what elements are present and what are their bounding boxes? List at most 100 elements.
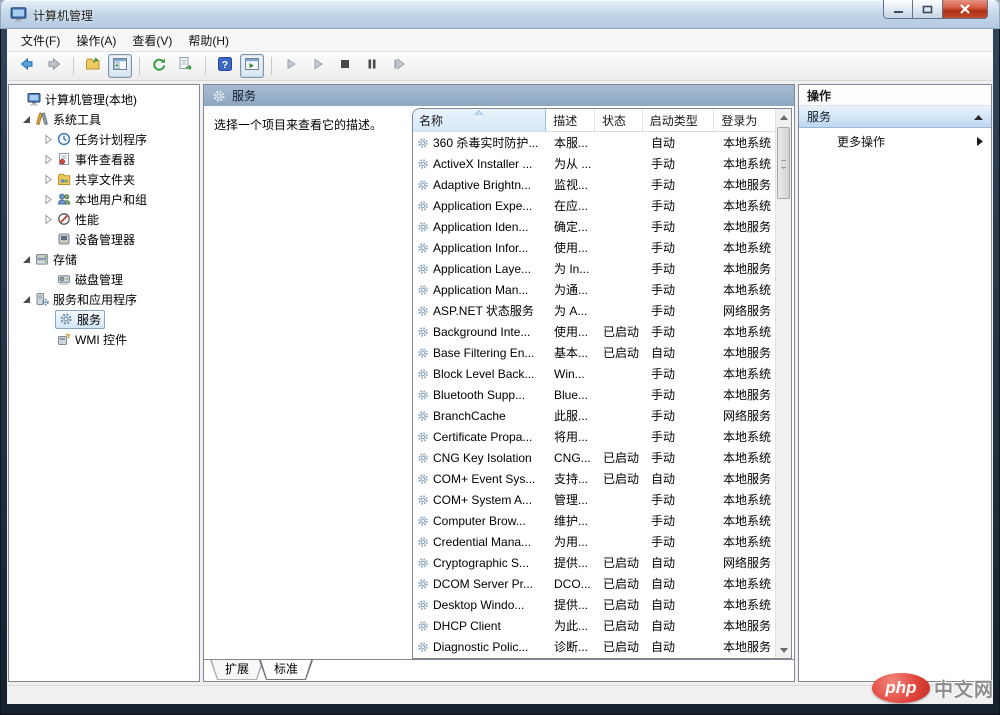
service-row[interactable]: Application Expe... 在应... 手动 本地系统 [413, 195, 775, 216]
event-viewer-icon [55, 152, 72, 166]
back-button[interactable] [15, 54, 39, 78]
service-cell: 手动 [651, 220, 676, 234]
service-row[interactable]: Computer Brow... 维护... 手动 本地系统 [413, 510, 775, 531]
tree-item-wmi[interactable]: WMI 控件 [9, 329, 199, 349]
tree-item-storage[interactable]: 存储 [9, 249, 199, 269]
expander-collapsed-icon[interactable] [41, 153, 55, 165]
tree-item-local-users[interactable]: 本地用户和组 [9, 189, 199, 209]
service-row[interactable]: Block Level Back... Win... 手动 本地系统 [413, 363, 775, 384]
more-actions-item[interactable]: 更多操作 [799, 128, 991, 154]
service-row[interactable]: Application Infor... 使用... 手动 本地系统 [413, 237, 775, 258]
tree-item-services[interactable]: 服务 [9, 309, 199, 329]
service-row[interactable]: ASP.NET 状态服务 为 A... 手动 网络服务 [413, 300, 775, 321]
tree-item-computer[interactable]: 计算机管理(本地) [9, 89, 199, 109]
tab-extended[interactable]: 扩展 [210, 660, 264, 680]
help-button[interactable]: ? [213, 54, 237, 78]
service-row[interactable]: Cryptographic S... 提供... 已启动 自动 网络服务 [413, 552, 775, 573]
tree-item-device-manager[interactable]: 设备管理器 [9, 229, 199, 249]
service-row[interactable]: Bluetooth Supp... Blue... 手动 本地服务 [413, 384, 775, 405]
service-name-cell: BranchCache [413, 409, 547, 423]
column-header-status[interactable]: 状态 [595, 109, 643, 131]
service-row[interactable]: 360 杀毒实时防护... 本服... 自动 本地系统 [413, 132, 775, 153]
tree-item-disk-management[interactable]: 磁盘管理 [9, 269, 199, 289]
service-row[interactable]: CNG Key Isolation CNG... 已启动 手动 本地系统 [413, 447, 775, 468]
service-cell: 手动 [651, 388, 676, 402]
scroll-up-button[interactable] [776, 109, 791, 125]
scroll-down-button[interactable] [776, 642, 791, 658]
export-folder-button[interactable] [81, 54, 105, 78]
tree-item-services-apps[interactable]: 服务和应用程序 [9, 289, 199, 309]
column-header-startup[interactable]: 启动类型 [643, 109, 715, 131]
pause-service-button[interactable] [360, 54, 384, 78]
close-button[interactable] [942, 0, 988, 19]
service-row[interactable]: Background Inte... 使用... 已启动 手动 本地系统 [413, 321, 775, 342]
service-row[interactable]: Adaptive Brightn... 监视... 手动 本地服务 [413, 174, 775, 195]
service-row[interactable]: BranchCache 此服... 手动 网络服务 [413, 405, 775, 426]
service-row[interactable]: ActiveX Installer ... 为从 ... 手动 本地系统 [413, 153, 775, 174]
column-header-logon[interactable]: 登录为 [714, 109, 775, 131]
service-cell: 自动 [651, 136, 676, 150]
service-row[interactable]: COM+ Event Sys... 支持... 已启动 自动 本地服务 [413, 468, 775, 489]
toggle-action-pane-button[interactable] [240, 54, 264, 78]
stop-service-button[interactable] [333, 54, 357, 78]
service-cell: 网络服务 [723, 304, 772, 318]
menu-item-0[interactable]: 文件(F) [13, 29, 68, 52]
service-name-cell: Application Expe... [413, 199, 547, 213]
tab-standard[interactable]: 标准 [259, 660, 313, 680]
export-list-button[interactable] [174, 54, 198, 78]
service-cell: 提供... [554, 598, 589, 612]
service-row[interactable]: Base Filtering En... 基本... 已启动 自动 本地服务 [413, 342, 775, 363]
service-row[interactable]: Certificate Propa... 将用... 手动 本地系统 [413, 426, 775, 447]
expander-collapsed-icon[interactable] [41, 213, 55, 225]
service-name-cell: Credential Mana... [413, 535, 547, 549]
service-cell: 将用... [554, 430, 589, 444]
service-cell: 本地服务 [723, 220, 772, 234]
service-name: 360 杀毒实时防护... [433, 136, 539, 150]
toolbar-separator [271, 57, 272, 75]
expander-collapsed-icon[interactable] [41, 193, 55, 205]
resume-service-button[interactable] [306, 54, 330, 78]
scrollbar-thumb[interactable] [777, 127, 790, 199]
refresh-button[interactable] [147, 54, 171, 78]
service-name-cell: CNG Key Isolation [413, 451, 547, 465]
toggle-console-tree-button[interactable] [108, 54, 132, 78]
expander-expanded-icon[interactable] [19, 254, 33, 264]
service-row[interactable]: Application Iden... 确定... 手动 本地服务 [413, 216, 775, 237]
restart-service-button[interactable] [387, 54, 411, 78]
expander-collapsed-icon[interactable] [41, 173, 55, 185]
column-header-desc[interactable]: 描述 [546, 109, 595, 131]
service-row[interactable]: Application Laye... 为 In... 手动 本地服务 [413, 258, 775, 279]
title-bar[interactable]: 计算机管理 [0, 0, 1000, 29]
expander-expanded-icon[interactable] [19, 114, 33, 124]
service-row[interactable]: DCOM Server Pr... DCO... 已启动 自动 本地系统 [413, 573, 775, 594]
forward-button[interactable] [42, 54, 66, 78]
restore-button[interactable] [913, 0, 942, 19]
menu-item-3[interactable]: 帮助(H) [180, 29, 237, 52]
service-row[interactable]: Application Man... 为通... 手动 本地系统 [413, 279, 775, 300]
service-row[interactable]: COM+ System A... 管理... 手动 本地系统 [413, 489, 775, 510]
device-manager-icon [55, 232, 72, 246]
service-gear-icon [417, 305, 429, 317]
service-row[interactable]: Desktop Windo... 提供... 已启动 自动 本地系统 [413, 594, 775, 615]
column-header-name[interactable]: 名称 [413, 109, 547, 131]
service-row[interactable]: Diagnostic Polic... 诊断... 已启动 自动 本地服务 [413, 636, 775, 657]
tree-item-tools[interactable]: 系统工具 [9, 109, 199, 129]
tree-item-shared-folders[interactable]: 共享文件夹 [9, 169, 199, 189]
tree-item-event-viewer[interactable]: 事件查看器 [9, 149, 199, 169]
service-cell: 本地系统 [723, 283, 772, 297]
tree-item-task-scheduler[interactable]: 任务计划程序 [9, 129, 199, 149]
service-cell: 为用... [554, 535, 589, 549]
minimize-button[interactable] [883, 0, 913, 19]
menu-item-1[interactable]: 操作(A) [68, 29, 124, 52]
actions-group-services[interactable]: 服务 [799, 106, 991, 128]
service-row[interactable]: Credential Mana... 为用... 手动 本地系统 [413, 531, 775, 552]
service-cell: 已启动 [603, 619, 640, 633]
list-scrollbar[interactable] [775, 109, 791, 658]
expander-collapsed-icon[interactable] [41, 133, 55, 145]
service-cell: 本地服务 [723, 388, 772, 402]
service-row[interactable]: DHCP Client 为此... 已启动 自动 本地服务 [413, 615, 775, 636]
start-service-button[interactable] [279, 54, 303, 78]
tree-item-performance[interactable]: 性能 [9, 209, 199, 229]
menu-item-2[interactable]: 查看(V) [124, 29, 180, 52]
expander-expanded-icon[interactable] [19, 294, 33, 304]
